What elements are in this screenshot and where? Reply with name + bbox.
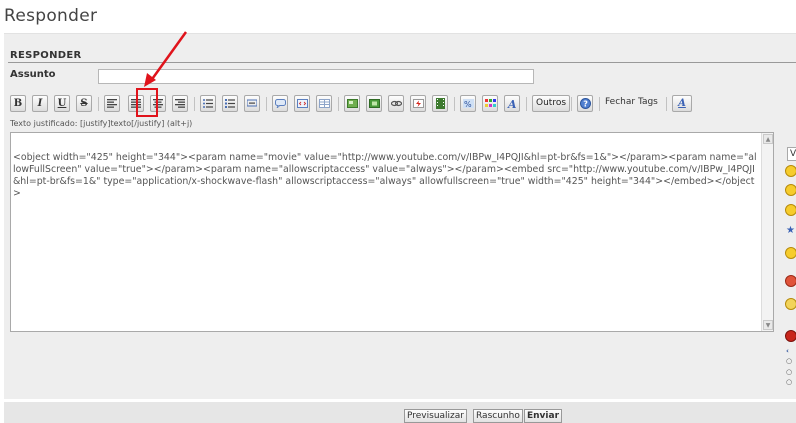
image-upload-button[interactable] <box>366 95 382 112</box>
message-editor[interactable]: <object width="425" height="344"><param … <box>10 132 774 332</box>
align-left-icon <box>107 99 117 108</box>
message-text[interactable]: <object width="425" height="344"><param … <box>13 152 757 200</box>
numbered-list-icon <box>225 99 235 108</box>
toolbar-separator <box>666 97 667 111</box>
helpline: Texto justificado: [justify]texto[/justi… <box>10 119 193 128</box>
list-item-button[interactable] <box>244 95 260 112</box>
subject-label: Assunto <box>10 69 56 80</box>
smiley-icon[interactable] <box>785 184 796 196</box>
help-button[interactable]: ? <box>577 95 593 112</box>
bullet-list-button[interactable] <box>200 95 216 112</box>
annotation-highlight <box>136 88 158 117</box>
svg-text:%: % <box>464 100 472 108</box>
table-button[interactable] <box>316 95 332 112</box>
side-radio-icon[interactable]: ○ <box>786 378 792 386</box>
table-icon <box>318 99 330 108</box>
toolbar-separator <box>526 97 527 111</box>
submit-bar <box>4 402 796 423</box>
code-button[interactable] <box>294 95 310 112</box>
page-title: Responder <box>4 6 98 26</box>
smiley-icon[interactable] <box>785 204 796 216</box>
side-prev-icon[interactable]: ‹ <box>786 347 789 355</box>
link-button[interactable] <box>388 95 404 112</box>
special-chars-icon: % <box>462 99 474 108</box>
underline-icon: U <box>57 98 67 109</box>
font-size-icon: A <box>678 98 686 109</box>
italic-icon: I <box>37 98 43 109</box>
close-tags-link[interactable]: Fechar Tags <box>605 97 658 107</box>
font-icon: A <box>507 98 517 109</box>
quote-button[interactable] <box>272 95 288 112</box>
side-radio-icon[interactable]: ○ <box>786 368 792 376</box>
smilies-select[interactable]: V <box>787 147 796 161</box>
toolbar-separator <box>571 97 572 111</box>
strike-button[interactable]: S <box>76 95 92 112</box>
bold-button[interactable]: B <box>10 95 26 112</box>
italic-button[interactable]: I <box>32 95 48 112</box>
color-button[interactable] <box>482 95 498 112</box>
list-item-icon <box>247 99 257 107</box>
film-icon <box>435 98 445 109</box>
toolbar-separator <box>194 97 195 111</box>
numbered-list-button[interactable] <box>222 95 238 112</box>
smiley-wave-icon[interactable] <box>785 298 796 310</box>
align-right-icon <box>175 99 185 108</box>
toolbar-separator <box>338 97 339 111</box>
cherry-icon[interactable] <box>785 330 796 342</box>
section-title: RESPONDER <box>10 50 82 61</box>
bold-icon: B <box>13 98 23 109</box>
bullet-list-icon <box>203 99 213 108</box>
editor-scrollbar[interactable]: ▲ ▼ <box>761 133 773 331</box>
video-button[interactable] <box>432 95 448 112</box>
special-chars-button[interactable]: % <box>460 95 476 112</box>
toolbar-separator <box>599 97 600 111</box>
toolbar-separator <box>454 97 455 111</box>
toolbar-separator <box>266 97 267 111</box>
image-button[interactable] <box>344 95 360 112</box>
scroll-down-icon[interactable]: ▼ <box>763 320 773 330</box>
align-right-button[interactable] <box>172 95 188 112</box>
svg-text:A: A <box>507 98 517 109</box>
smiley-icon[interactable] <box>785 165 796 177</box>
strike-icon: S <box>80 98 88 109</box>
font-size-button[interactable]: A <box>672 95 692 112</box>
flash-button[interactable] <box>410 95 426 112</box>
star-icon[interactable]: ★ <box>786 225 795 236</box>
annotation-arrow-icon <box>144 31 188 87</box>
underline-button[interactable]: U <box>54 95 70 112</box>
code-icon <box>296 99 308 108</box>
smiley-icon[interactable] <box>785 247 796 259</box>
smiley-angry-icon[interactable] <box>785 275 796 287</box>
reply-panel: RESPONDER Assunto B I U S % A Outros ? F… <box>4 33 796 399</box>
flash-icon <box>412 99 424 108</box>
color-palette-icon <box>484 99 496 107</box>
link-icon <box>390 100 402 107</box>
draft-button[interactable]: Rascunho <box>473 409 523 423</box>
bbcode-toolbar: B I U S % A Outros ? Fechar Tags A <box>10 95 770 115</box>
outros-button[interactable]: Outros <box>532 95 571 112</box>
preview-button[interactable]: Previsualizar <box>404 409 467 423</box>
toolbar-separator <box>98 97 99 111</box>
send-button[interactable]: Enviar <box>524 409 563 423</box>
quote-bubble-icon <box>274 99 286 108</box>
help-icon: ? <box>579 98 591 109</box>
side-radio-icon[interactable]: ○ <box>786 357 792 365</box>
font-button[interactable]: A <box>504 95 520 112</box>
image-upload-icon <box>368 99 380 108</box>
section-divider <box>8 62 796 63</box>
svg-text:?: ? <box>583 100 588 109</box>
scroll-up-icon[interactable]: ▲ <box>763 134 773 144</box>
align-left-button[interactable] <box>104 95 120 112</box>
image-icon <box>346 99 358 108</box>
